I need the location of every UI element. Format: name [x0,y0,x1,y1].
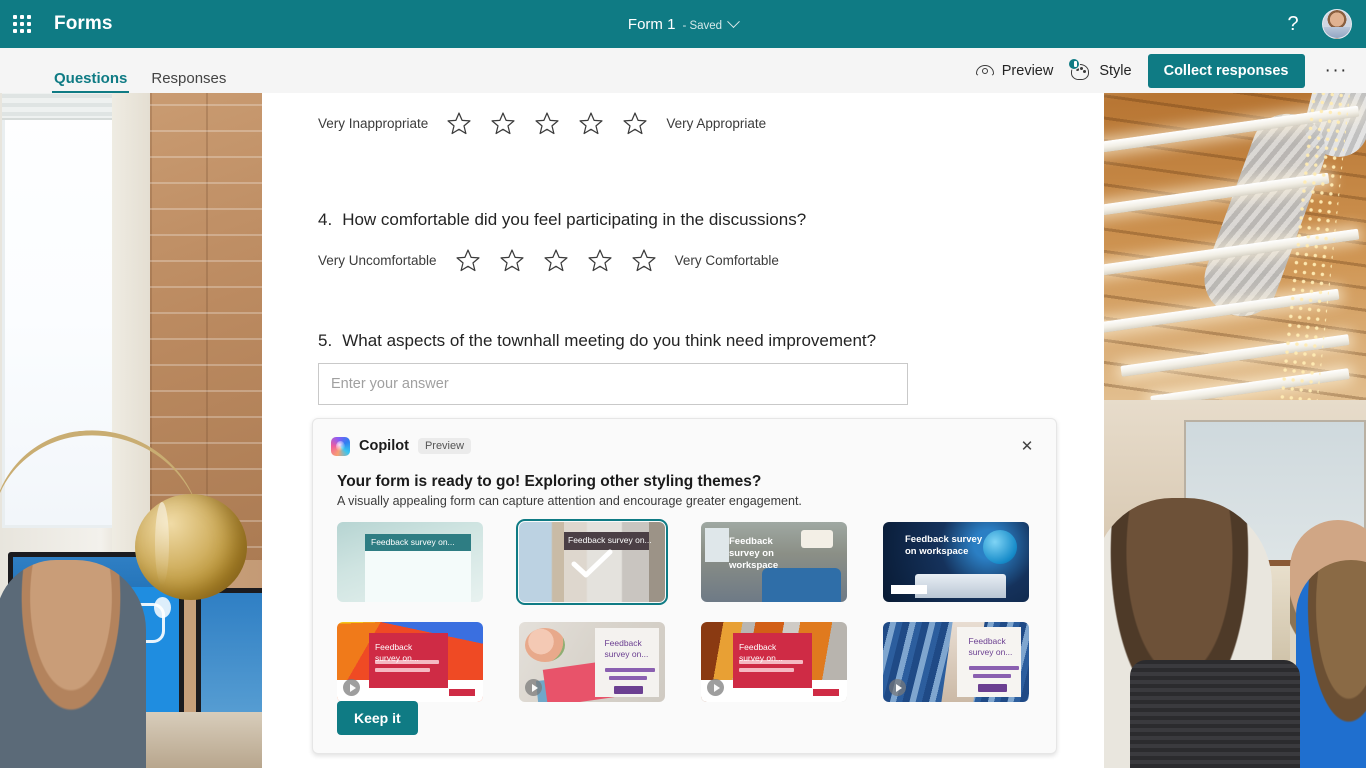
answer-placeholder: Enter your answer [331,376,449,392]
star-icon[interactable] [587,248,613,273]
help-icon[interactable]: ? [1278,9,1308,39]
play-icon[interactable] [889,679,906,696]
save-status: - Saved [682,19,723,32]
star-icon[interactable] [534,111,560,136]
tab-responses[interactable]: Responses [149,70,228,93]
theme-thumbnail-7[interactable]: Feedback survey on... [701,622,847,702]
app-header-actions: ? [1278,9,1366,39]
star-icon[interactable] [578,111,604,136]
rating-left-label: Very Inappropriate [318,116,429,131]
copilot-name: Copilot [359,438,409,454]
play-icon[interactable] [707,679,724,696]
command-bar: Questions Responses Preview Style Collec… [0,48,1366,93]
command-bar-actions: Preview Style Collect responses ··· [975,53,1366,88]
play-icon[interactable] [343,679,360,696]
app-launcher-icon[interactable] [0,0,44,48]
copilot-panel: Copilot Preview ✕ Your form is ready to … [312,418,1057,754]
selected-check-icon [571,549,613,578]
star-icon[interactable] [622,111,648,136]
style-label: Style [1099,62,1132,79]
theme-thumbnail-2[interactable]: Feedback survey on... [516,519,668,605]
star-rating-q3[interactable] [438,111,656,136]
question-5: 5. What aspects of the townhall meeting … [262,273,1104,405]
question-5-number: 5. [318,331,333,350]
answer-input-q5[interactable]: Enter your answer [318,363,908,405]
rating-right-label: Very Appropriate [666,116,767,131]
theme-caption: Feedback survey on... [604,638,649,659]
rating-right-label: Very Comfortable [674,253,779,268]
document-title[interactable]: Form 1 [628,16,676,33]
avatar[interactable] [1322,9,1352,39]
star-icon[interactable] [490,111,516,136]
theme-caption: Feedback survey on... [371,537,455,547]
question-3-rating: Very Inappropriate Very Appropriate [262,93,1104,136]
play-icon[interactable] [525,679,542,696]
background-left-scene: ALL HANDS 4/24/2019 [0,0,266,768]
theme-caption: Feedback survey on workspace [905,534,983,557]
theme-thumbnail-grid: Feedback survey on... Feedback survey on… [313,508,1056,702]
preview-badge: Preview [417,438,472,454]
copilot-title: Your form is ready to go! Exploring othe… [337,473,762,490]
slide-dot-shape [154,597,171,618]
rating-left-label: Very Uncomfortable [318,253,437,268]
close-icon[interactable]: ✕ [1014,433,1040,459]
copilot-header: Copilot Preview ✕ [313,419,1056,459]
tab-questions[interactable]: Questions [52,70,130,93]
tab-list: Questions Responses [52,48,228,93]
theme-caption: Feedback survey on... [568,535,652,545]
question-4-text[interactable]: How comfortable did you feel participati… [342,210,806,230]
office-chair-shape [1130,660,1300,768]
copilot-logo-icon [331,436,350,456]
theme-caption: Feedback survey on... [738,642,783,663]
theme-thumbnail-1[interactable]: Feedback survey on... [337,522,483,602]
question-4-number: 4. [318,210,333,229]
star-rating-q4[interactable] [447,248,665,273]
preview-button[interactable]: Preview [975,62,1054,79]
theme-thumbnail-6[interactable]: Feedback survey on... [519,622,665,702]
document-title-area: Form 1 - Saved [0,0,1366,48]
app-header-bar: Forms Form 1 - Saved ? [0,0,1366,48]
theme-thumbnail-5[interactable]: Feedback survey on... [337,622,483,702]
keep-it-button[interactable]: Keep it [337,701,418,735]
chevron-down-icon[interactable] [727,14,740,28]
theme-thumbnail-4[interactable]: Feedback survey on workspace [883,522,1029,602]
copilot-sparkle-badge-icon [1068,57,1081,70]
copilot-subtitle: A visually appealing form can capture at… [337,494,802,508]
attendee-person-c [1296,560,1366,768]
app-title: Forms [54,13,113,34]
theme-caption: Feedback survey on... [374,642,419,663]
background-right-scene [1100,0,1366,768]
seated-person-left [0,560,146,768]
star-icon[interactable] [543,248,569,273]
preview-label: Preview [1001,62,1054,79]
eye-icon [975,64,994,77]
star-icon[interactable] [455,248,481,273]
gold-lamp-shape [135,494,247,600]
star-icon[interactable] [499,248,525,273]
style-button[interactable]: Style [1068,57,1132,82]
star-icon[interactable] [631,248,657,273]
question-4: 4. How comfortable did you feel particip… [262,136,1104,273]
theme-thumbnail-3[interactable]: Feedback survey on workspace [701,522,847,602]
form-canvas: Very Inappropriate Very Appropriate 4. H… [262,93,1104,768]
theme-caption: Feedback survey on... [968,636,1013,657]
palette-icon [1068,57,1091,82]
question-5-text[interactable]: What aspects of the townhall meeting do … [342,331,876,351]
theme-thumbnail-8[interactable]: Feedback survey on... [883,622,1029,702]
theme-caption: Feedback survey on workspace [729,536,779,571]
star-icon[interactable] [446,111,472,136]
collect-responses-button[interactable]: Collect responses [1147,53,1305,88]
more-options-icon[interactable]: ··· [1321,60,1352,82]
